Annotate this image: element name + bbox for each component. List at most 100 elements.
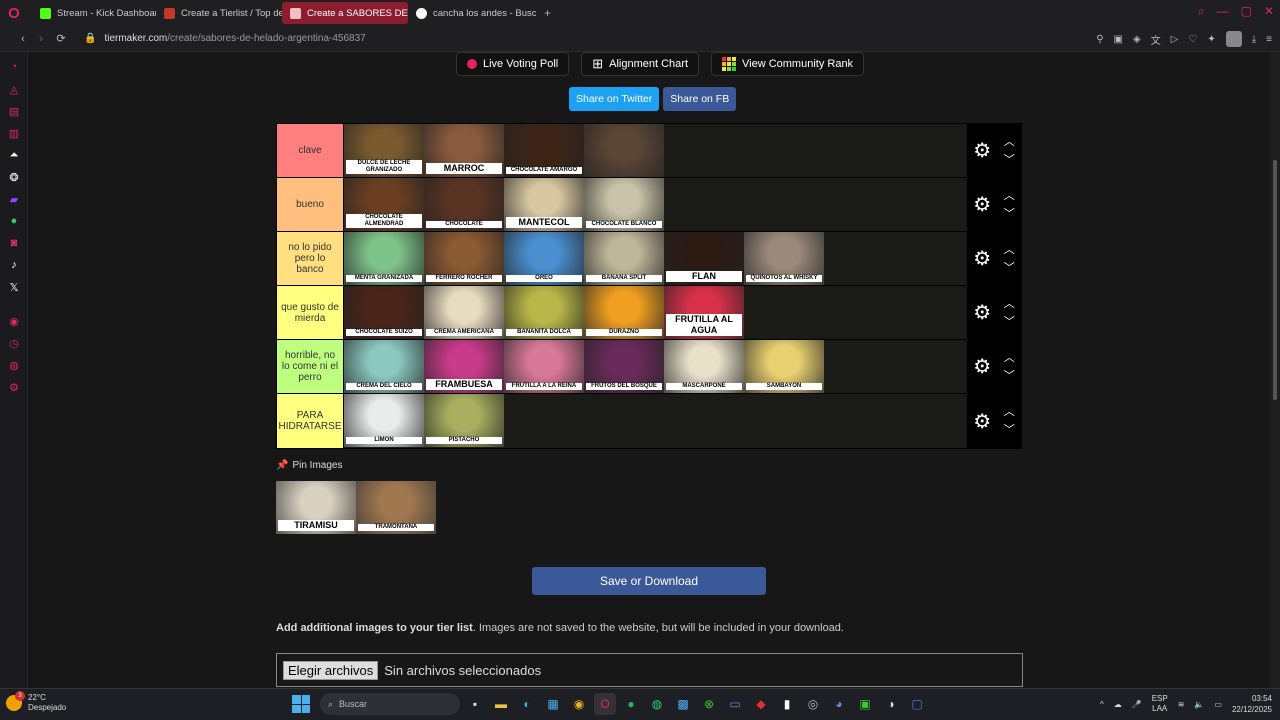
tab-tierlist[interactable]: Create a Tierlist / Top de <box>156 2 282 24</box>
move-down-icon[interactable]: ﹀ <box>1004 367 1015 385</box>
tier-item-image[interactable]: CREMA DEL CIELO <box>344 340 424 393</box>
tier-item-image[interactable]: CHOCOLATE SUIZO <box>344 286 424 339</box>
chrome-icon[interactable]: ◉ <box>568 693 590 715</box>
alignment-chart-button[interactable]: ⊞ Alignment Chart <box>581 52 699 76</box>
download-icon[interactable]: ⤓ <box>1252 34 1256 45</box>
menu-icon[interactable]: ≡ <box>1266 34 1272 45</box>
tier-item-image[interactable] <box>584 124 664 177</box>
gear-icon[interactable]: ⚙ <box>973 300 991 325</box>
tab-google[interactable]: cancha los andes - Busca <box>408 2 536 24</box>
spotify-icon[interactable]: ● <box>620 693 642 715</box>
tier-label[interactable]: PARA HIDRATARSE <box>277 394 344 448</box>
discord-icon[interactable]: ◕ <box>828 693 850 715</box>
tier-item-image[interactable]: FRAMBUESA <box>424 340 504 393</box>
whatsapp-icon[interactable]: ● <box>0 210 28 232</box>
pin-images[interactable]: 📌 Pin Images <box>276 460 342 471</box>
back-icon[interactable]: ‹ <box>14 33 32 45</box>
search-icon[interactable]: ⌕ <box>1198 4 1205 19</box>
tier-label[interactable]: clave <box>277 124 344 177</box>
tier-label[interactable]: no lo pido pero lo banco <box>277 232 344 285</box>
app-blue-icon[interactable]: ▢ <box>906 693 928 715</box>
player-icon[interactable]: ▤ <box>0 100 28 122</box>
move-up-icon[interactable]: ︿ <box>1004 403 1015 421</box>
tier-item-image[interactable]: FERRERO ROCHER <box>424 232 504 285</box>
tier-item-image[interactable]: DURAZNO <box>584 286 664 339</box>
xbox-icon[interactable]: ⊗ <box>698 693 720 715</box>
crypto-wallet-icon[interactable]: ◬ <box>0 78 28 100</box>
url-field[interactable]: tiermaker.com/create/sabores-de-helado-a… <box>104 33 365 44</box>
share-twitter-button[interactable]: Share on Twitter <box>569 87 660 111</box>
save-download-button[interactable]: Save or Download <box>532 567 766 595</box>
tier-item-image[interactable]: BANANITA DOLCA <box>504 286 584 339</box>
weather-widget[interactable]: 3 22°C Despejado <box>6 691 66 713</box>
move-down-icon[interactable]: ﹀ <box>1004 205 1015 223</box>
gear-icon[interactable]: ⚙ <box>973 409 991 434</box>
store-icon[interactable]: ▦ <box>542 693 564 715</box>
tier-item-image[interactable]: FRUTOS DEL BOSQUE <box>584 340 664 393</box>
tier-item-image[interactable]: MANTECOL <box>504 178 584 231</box>
chevron-up-icon[interactable]: ^ <box>1100 700 1104 709</box>
reload-icon[interactable]: ⟳ <box>52 32 70 45</box>
whatsapp-icon[interactable]: ◍ <box>646 693 668 715</box>
lock-icon[interactable]: 🔒 <box>84 33 96 44</box>
translate-icon[interactable]: 文 <box>1151 32 1161 47</box>
settings-icon[interactable]: ⚙ <box>0 376 28 398</box>
move-up-icon[interactable]: ︿ <box>1004 295 1015 313</box>
forward-icon[interactable]: › <box>32 33 50 45</box>
app-icon[interactable]: ◆ <box>750 693 772 715</box>
move-down-icon[interactable]: ﹀ <box>1004 151 1015 169</box>
chatgpt-icon[interactable]: ❂ <box>0 166 28 188</box>
tier-item-image[interactable]: MENTA GRANIZADA <box>344 232 424 285</box>
player-icon[interactable]: ▷ <box>1171 34 1179 45</box>
puzzle-icon[interactable]: ✦ <box>1207 34 1215 45</box>
mic-icon[interactable]: 🎤 <box>1132 700 1142 709</box>
opera-logo-icon[interactable]: O <box>0 0 28 26</box>
history-icon[interactable]: ◷ <box>0 332 28 354</box>
tier-item-image[interactable]: FRUTILLA A LA REINA <box>504 340 584 393</box>
snapshot-icon[interactable]: ▣ <box>1114 34 1123 45</box>
player-small-icon[interactable]: ◉ <box>0 310 28 332</box>
live-voting-button[interactable]: Live Voting Poll <box>456 52 570 76</box>
shield-icon[interactable]: ◈ <box>1133 34 1141 45</box>
clock[interactable]: 03:54 22/12/2025 <box>1232 693 1272 715</box>
wifi-icon[interactable]: ≋ <box>1178 700 1185 709</box>
scrollbar[interactable] <box>1270 52 1280 688</box>
new-tab-button[interactable]: + <box>536 6 559 20</box>
tier-item-image[interactable]: DULCE DE LECHE GRANIZADO <box>344 124 424 177</box>
pool-item-image[interactable]: TRAMONTANA <box>356 481 436 534</box>
tier-item-image[interactable]: CHOCOLATE AMARGO <box>504 124 584 177</box>
tier-label[interactable]: que gusto de mierda <box>277 286 344 339</box>
x-icon[interactable]: 𝕏 <box>0 276 28 298</box>
community-rank-button[interactable]: View Community Rank <box>711 52 865 76</box>
tier-item-image[interactable]: CREMA AMERICANA <box>424 286 504 339</box>
twitch-icon[interactable]: ▰ <box>0 188 28 210</box>
language-indicator[interactable]: ESP LAA <box>1152 694 1168 714</box>
gear-icon[interactable]: ⚙ <box>973 354 991 379</box>
taskbar-search[interactable]: ⌕ Buscar <box>320 693 460 715</box>
move-up-icon[interactable]: ︿ <box>1004 349 1015 367</box>
move-down-icon[interactable]: ﹀ <box>1004 313 1015 331</box>
tier-item-image[interactable]: BANANA SPLIT <box>584 232 664 285</box>
steam-icon[interactable]: ◎ <box>802 693 824 715</box>
monitor-icon[interactable]: ▭ <box>724 693 746 715</box>
volume-icon[interactable]: 🔈 <box>1194 700 1204 709</box>
minimize-icon[interactable]: — <box>1217 4 1229 19</box>
share-fb-button[interactable]: Share on FB <box>663 87 737 111</box>
move-down-icon[interactable]: ﹀ <box>1004 421 1015 439</box>
gear-icon[interactable]: ⚙ <box>973 192 991 217</box>
bookmark-icon[interactable]: ⚲ <box>1096 34 1103 45</box>
scrollbar-thumb[interactable] <box>1273 160 1277 400</box>
gear-icon[interactable]: ⚙ <box>973 138 991 163</box>
tier-label[interactable]: horrible, no lo come ni el perro <box>277 340 344 393</box>
tier-item-image[interactable]: MARROC <box>424 124 504 177</box>
tiktok-icon[interactable]: ♪ <box>0 254 28 276</box>
tab-kick[interactable]: Stream - Kick Dashboard <box>32 2 156 24</box>
opera-icon[interactable]: O <box>594 693 616 715</box>
photos-icon[interactable]: ▩ <box>672 693 694 715</box>
tier-item-image[interactable]: SAMBAYON <box>744 340 824 393</box>
tier-item-image[interactable]: FRUTILLA AL AGUA <box>664 286 744 339</box>
tier-label[interactable]: bueno <box>277 178 344 231</box>
instagram-icon[interactable]: ◙ <box>0 232 28 254</box>
aria-icon[interactable]: ◔ <box>0 56 28 78</box>
move-up-icon[interactable]: ︿ <box>1004 187 1015 205</box>
